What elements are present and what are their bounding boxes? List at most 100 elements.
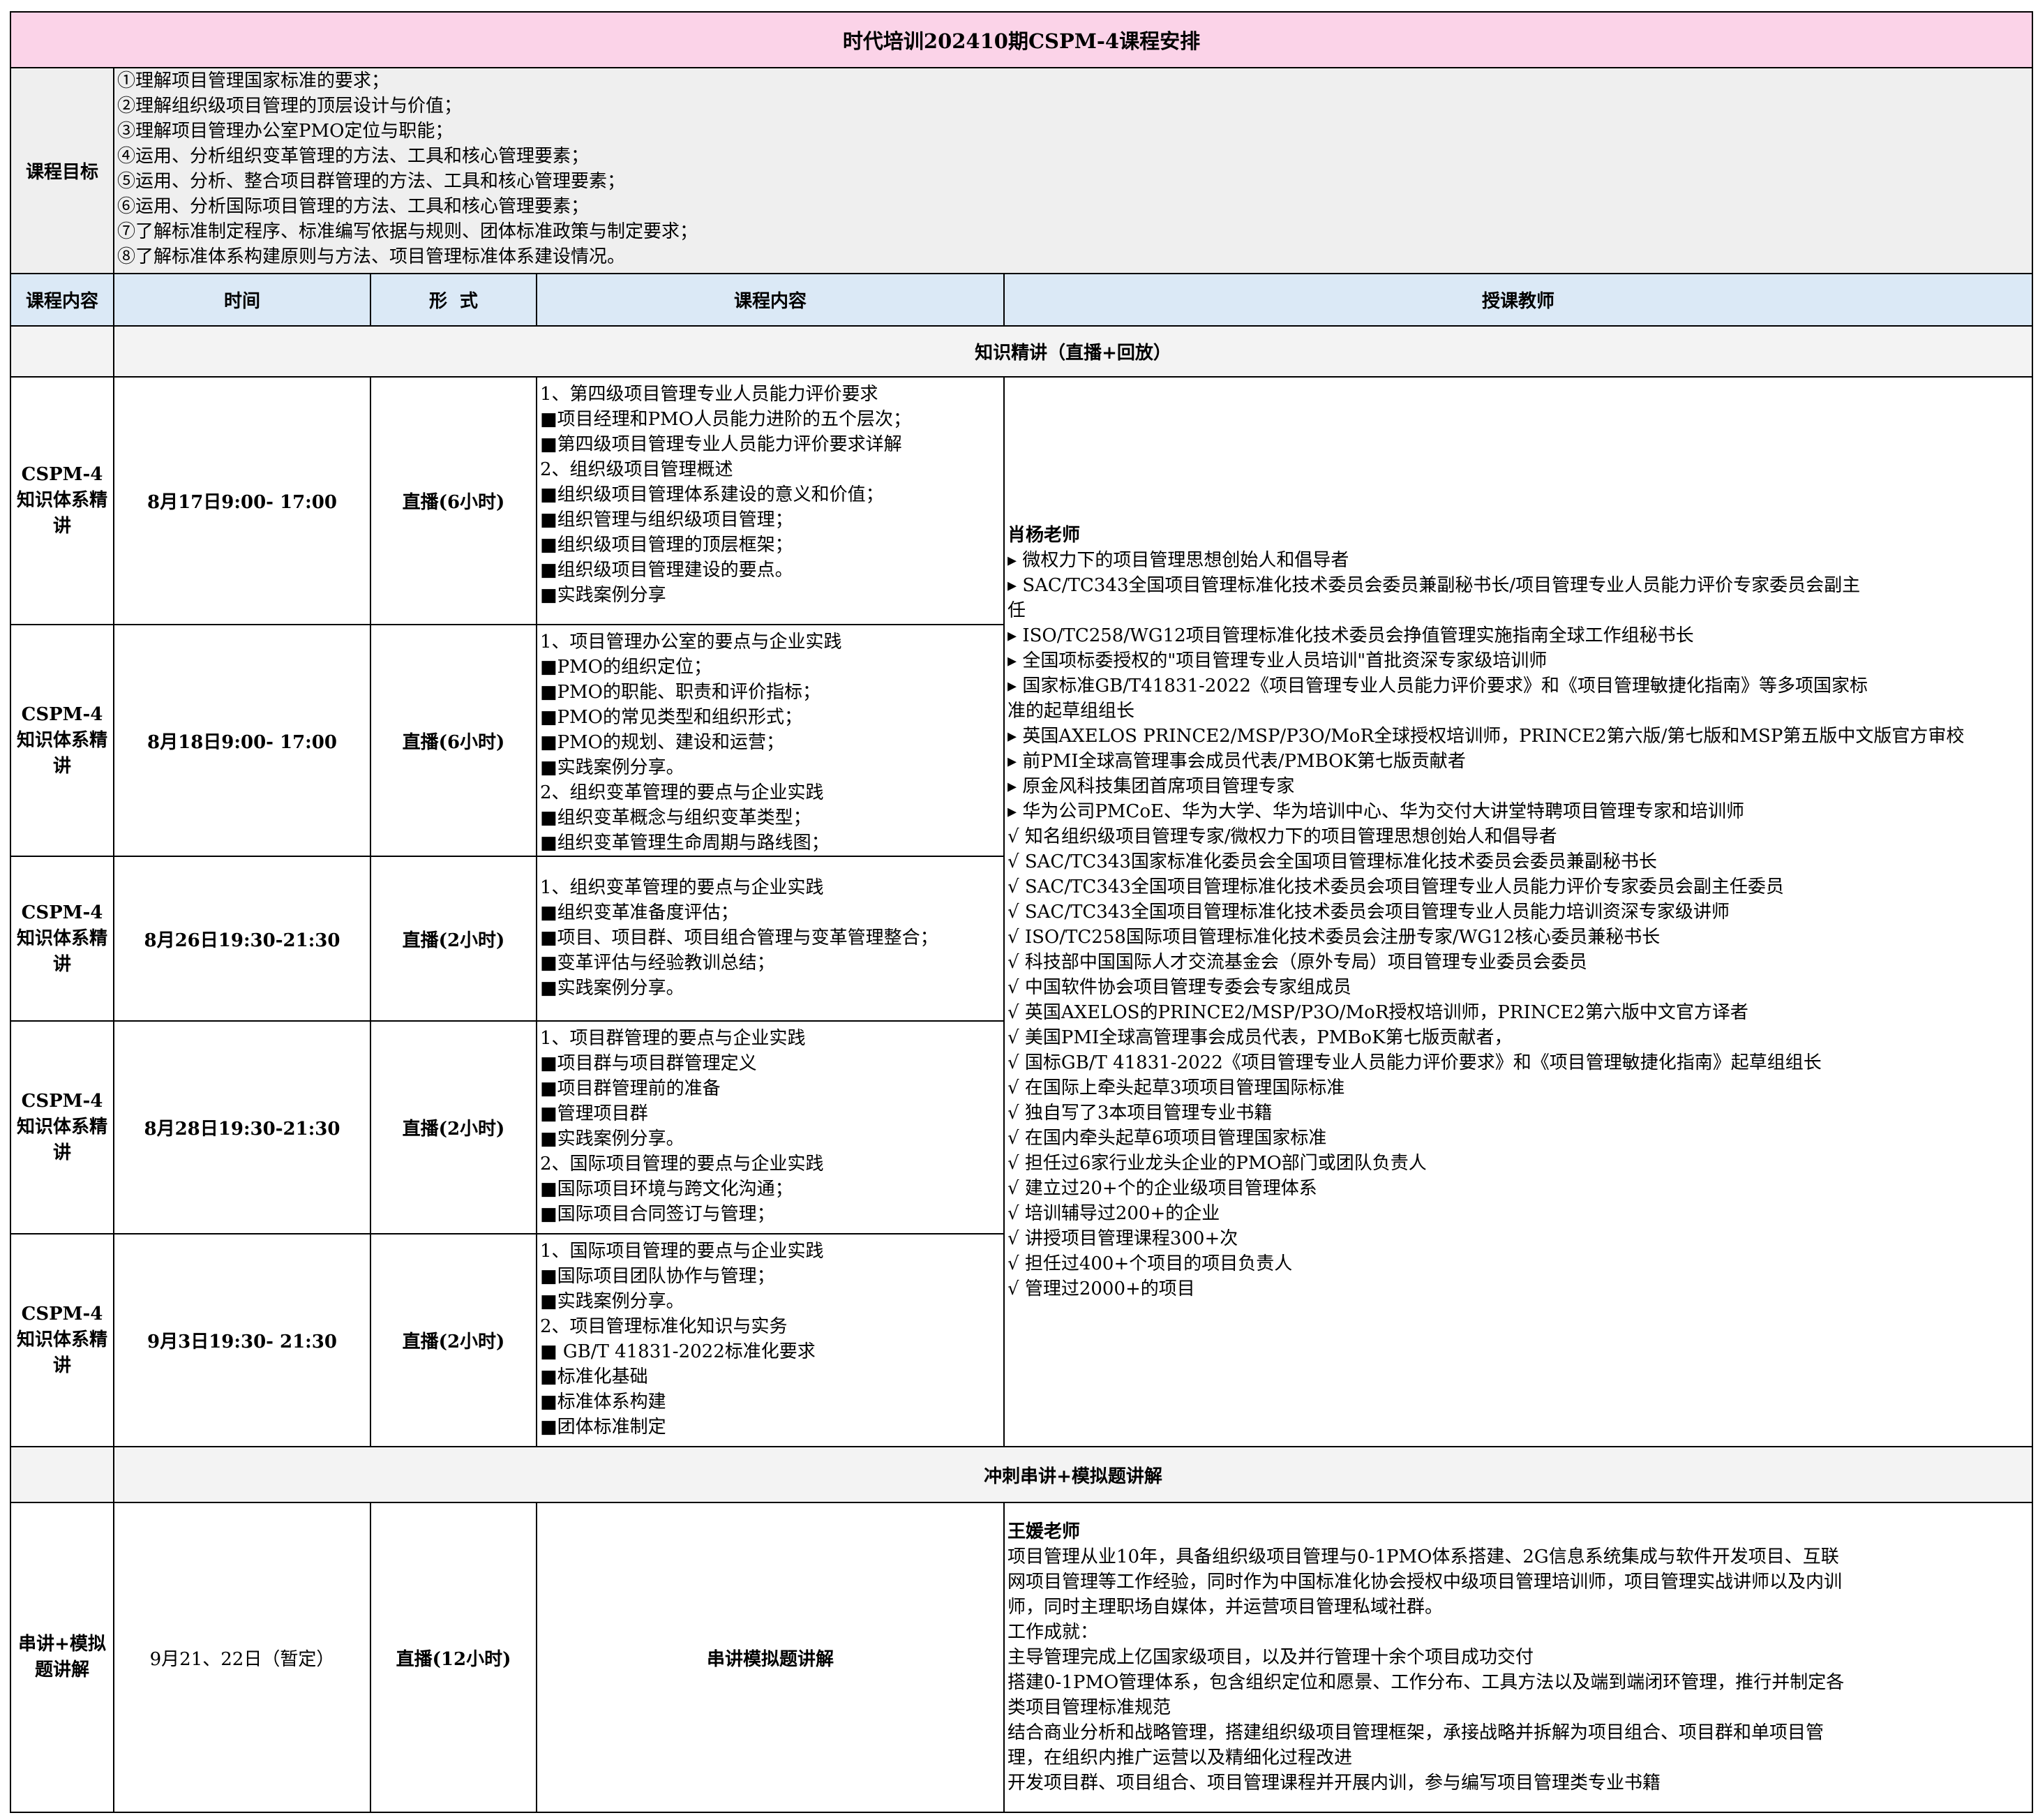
- content-line: ■组织管理与组织级项目管理；: [540, 509, 793, 530]
- teacher-bio-line: ▸ 英国AXELOS PRINCE2/MSP/P3O/MoR全球授权培训师，PR…: [1007, 725, 1965, 747]
- session-form: 直播(2小时): [370, 1020, 537, 1235]
- session-form: 直播(2小时): [370, 856, 537, 1022]
- teacher-name: 肖杨老师: [1007, 524, 1081, 546]
- goal-item: ⑦了解标准制定程序、标准编写依据与规则、团体标准政策与制定要求；: [117, 221, 698, 242]
- section-spacer: [10, 1446, 114, 1503]
- teacher-xiao-cell: 肖杨老师 ▸ 微权力下的项目管理思想创始人和倡导者 ▸ SAC/TC343全国项…: [1003, 376, 2033, 1447]
- goal-item: ⑤运用、分析、整合项目群管理的方法、工具和核心管理要素；: [117, 171, 626, 192]
- session-name: CSPM-4知识体系精讲: [10, 856, 114, 1022]
- section-title-knowledge: 知识精讲（直播+回放）: [113, 325, 2033, 378]
- content-line: ■标准体系构建: [540, 1392, 666, 1412]
- session-name: CSPM-4知识体系精讲: [10, 624, 114, 857]
- teacher-bio-line: √ 培训辅导过200+的企业: [1007, 1202, 1220, 1224]
- content-line: ■PMO的组织定位；: [540, 657, 712, 678]
- teacher-bio-line: √ 中国软件协会项目管理专委会专家组成员: [1007, 976, 1351, 998]
- teacher-bio-line: √ 国标GB/T 41831-2022《项目管理专业人员能力评价要求》和《项目管…: [1007, 1052, 1822, 1073]
- goal-item: ③理解项目管理办公室PMO定位与职能；: [117, 121, 454, 142]
- goals-list: ①理解项目管理国家标准的要求； ②理解组织级项目管理的顶层设计与价值； ③理解项…: [113, 67, 2033, 274]
- content-line: ■实践案例分享。: [540, 757, 684, 778]
- session-content: 1、国际项目管理的要点与企业实践 ■国际项目团队协作与管理； ■实践案例分享。 …: [536, 1233, 1005, 1447]
- session-time: 9月21、22日（暂定）: [113, 1502, 371, 1813]
- content-line: ■PMO的常见类型和组织形式；: [540, 707, 802, 728]
- content-line: ■ GB/T 41831-2022标准化要求: [540, 1341, 816, 1362]
- teacher-bio-line: √ 科技部中国国际人才交流基金会（原外专局）项目管理专业委员会委员: [1007, 951, 1587, 973]
- session-content: 1、项目管理办公室的要点与企业实践 ■PMO的组织定位； ■PMO的职能、职责和…: [536, 624, 1005, 857]
- content-line: ■实践案例分享。: [540, 1128, 684, 1149]
- content-line: ■国际项目环境与跨文化沟通；: [540, 1179, 793, 1200]
- content-line: 1、国际项目管理的要点与企业实践: [540, 1241, 824, 1262]
- teacher-bio-line: ▸ SAC/TC343全国项目管理标准化技术委员会委员兼副秘书长/项目管理专业人…: [1007, 574, 1861, 621]
- teacher-name: 王媛老师: [1007, 1521, 1081, 1542]
- session-name: CSPM-4知识体系精讲: [10, 1020, 114, 1235]
- teacher-bio-line: √ SAC/TC343全国项目管理标准化技术委员会项目管理专业人员能力培训资深专…: [1007, 901, 1730, 923]
- content-line: 1、组织变革管理的要点与企业实践: [540, 877, 824, 898]
- section-spacer: [10, 325, 114, 378]
- content-line: ■组织级项目管理的顶层框架；: [540, 535, 793, 555]
- session-form: 直播(2小时): [370, 1233, 537, 1447]
- teacher-wang-cell: 王媛老师 项目管理从业10年，具备组织级项目管理与0-1PMO体系搭建、2G信息…: [1003, 1502, 2033, 1813]
- session-time: 8月17日9:00- 17:00: [113, 376, 371, 625]
- goal-item: ①理解项目管理国家标准的要求；: [117, 70, 390, 91]
- content-line: ■组织变革准备度评估；: [540, 902, 739, 923]
- content-line: ■项目、项目群、项目组合管理与变革管理整合；: [540, 927, 938, 948]
- header-form: 形 式: [370, 273, 537, 327]
- session-content: 1、组织变革管理的要点与企业实践 ■组织变革准备度评估； ■项目、项目群、项目组…: [536, 856, 1005, 1022]
- teacher-bio-line: 开发项目群、项目组合、项目管理课程并开展内训，参与编写项目管理类专业书籍: [1007, 1773, 1661, 1793]
- teacher-bio-line: ▸ 微权力下的项目管理思想创始人和倡导者: [1007, 549, 1349, 571]
- session-form: 直播(6小时): [370, 376, 537, 625]
- session-time: 8月26日19:30-21:30: [113, 856, 371, 1022]
- content-line: ■项目群与项目群管理定义: [540, 1053, 757, 1074]
- content-line: ■组织变革概念与组织变革类型；: [540, 807, 811, 828]
- content-line: 1、第四级项目管理专业人员能力评价要求: [540, 384, 878, 405]
- teacher-bio-line: √ 担任过6家行业龙头企业的PMO部门或团队负责人: [1007, 1152, 1427, 1174]
- teacher-bio-line: 结合商业分析和战略管理，搭建组织级项目管理框架，承接战略并拆解为项目组合、项目群…: [1007, 1722, 1825, 1768]
- teacher-bio-line: √ 在国内牵头起草6项项目管理国家标准: [1007, 1127, 1327, 1149]
- teacher-bio-line: √ 管理过2000+的项目: [1007, 1278, 1195, 1299]
- session-form: 直播(12小时): [370, 1502, 537, 1813]
- goal-item: ⑥运用、分析国际项目管理的方法、工具和核心管理要素；: [117, 196, 590, 217]
- content-line: 1、项目群管理的要点与企业实践: [540, 1028, 806, 1049]
- content-line: ■国际项目合同签订与管理；: [540, 1204, 775, 1225]
- teacher-bio-line: √ 讲授项目管理课程300+次: [1007, 1228, 1238, 1249]
- header-teacher: 授课教师: [1003, 273, 2033, 327]
- teacher-bio-line: √ 知名组织级项目管理专家/微权力下的项目管理思想创始人和倡导者: [1007, 826, 1557, 847]
- content-line: ■实践案例分享。: [540, 1291, 684, 1312]
- teacher-bio-line: ▸ 国家标准GB/T41831-2022《项目管理专业人员能力评价要求》和《项目…: [1007, 675, 1868, 722]
- goal-item: ②理解组织级项目管理的顶层设计与价值；: [117, 96, 463, 117]
- content-line: ■第四级项目管理专业人员能力评价要求详解: [540, 434, 902, 455]
- session-content: 1、第四级项目管理专业人员能力评价要求 ■项目经理和PMO人员能力进阶的五个层次…: [536, 376, 1005, 625]
- session-content: 串讲模拟题讲解: [536, 1502, 1005, 1813]
- teacher-bio-line: ▸ 原金风科技集团首席项目管理专家: [1007, 775, 1295, 797]
- goal-item: ④运用、分析组织变革管理的方法、工具和核心管理要素；: [117, 146, 590, 167]
- content-line: ■实践案例分享: [540, 585, 666, 606]
- content-line: ■团体标准制定: [540, 1417, 666, 1438]
- teacher-bio-line: ▸ ISO/TC258/WG12项目管理标准化技术委员会挣值管理实施指南全球工作…: [1007, 625, 1694, 646]
- teacher-bio-line: 工作成就：: [1007, 1622, 1099, 1643]
- teacher-bio-line: 主导管理完成上亿国家级项目，以及并行管理十余个项目成功交付: [1007, 1647, 1534, 1668]
- teacher-bio-line: √ 担任过400+个项目的项目负责人: [1007, 1253, 1293, 1274]
- session-name: 串讲+模拟题讲解: [10, 1502, 114, 1813]
- session-time: 9月3日19:30- 21:30: [113, 1233, 371, 1447]
- session-time: 8月28日19:30-21:30: [113, 1020, 371, 1235]
- content-line: ■实践案例分享。: [540, 978, 684, 999]
- teacher-bio-line: √ SAC/TC343全国项目管理标准化技术委员会项目管理专业人员能力评价专家委…: [1007, 876, 1784, 897]
- teacher-bio-line: ▸ 前PMI全球高管理事会成员代表/PMBOK第七版贡献者: [1007, 750, 1466, 772]
- teacher-bio-line: √ 在国际上牵头起草3项项目管理国际标准: [1007, 1077, 1345, 1098]
- teacher-bio-line: √ ISO/TC258国际项目管理标准化技术委员会注册专家/WG12核心委员兼秘…: [1007, 926, 1661, 948]
- page: 时代培训202410期CSPM-4课程安排 课程目标 ①理解项目管理国家标准的要…: [0, 0, 2038, 1820]
- content-line: 1、项目管理办公室的要点与企业实践: [540, 632, 842, 652]
- schedule-table: 时代培训202410期CSPM-4课程安排 课程目标 ①理解项目管理国家标准的要…: [10, 11, 2033, 1813]
- content-line: 2、项目管理标准化知识与实务: [540, 1316, 788, 1337]
- teacher-bio-line: 搭建0-1PMO管理体系，包含组织定位和愿景、工作分布、工具方法以及端到端闭环管…: [1007, 1672, 1845, 1718]
- content-line: ■组织级项目管理体系建设的意义和价值；: [540, 484, 884, 505]
- teacher-bio-line: ▸ 全国项标委授权的"项目管理专业人员培训"首批资深专家级培训师: [1007, 650, 1548, 671]
- section-title-review: 冲刺串讲+模拟题讲解: [113, 1446, 2033, 1503]
- teacher-bio-line: √ 独自写了3本项目管理专业书籍: [1007, 1102, 1273, 1124]
- content-line: 2、国际项目管理的要点与企业实践: [540, 1154, 824, 1174]
- content-line: ■国际项目团队协作与管理；: [540, 1266, 775, 1287]
- teacher-bio-line: √ 美国PMI全球高管理事会成员代表，PMBoK第七版贡献者，: [1007, 1027, 1513, 1048]
- content-line: ■PMO的职能、职责和评价指标；: [540, 682, 821, 703]
- session-name: CSPM-4知识体系精讲: [10, 376, 114, 625]
- header-time: 时间: [113, 273, 371, 327]
- session-name: CSPM-4知识体系精讲: [10, 1233, 114, 1447]
